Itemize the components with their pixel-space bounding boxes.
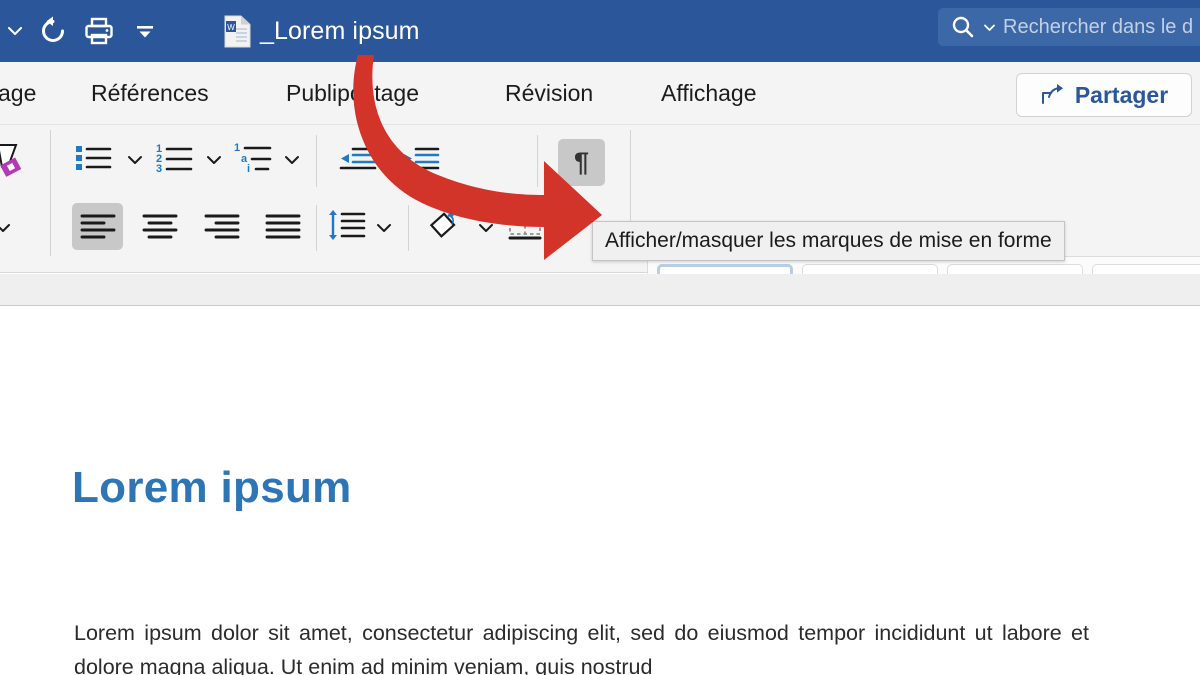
shading-fill-icon[interactable] (428, 207, 470, 250)
search-icon (950, 14, 976, 40)
tab-affichage[interactable]: Affichage (661, 62, 756, 125)
ribbon-tab-strip: age Références Publipostage Révision Aff… (0, 62, 1200, 125)
tab-references[interactable]: Références (91, 62, 209, 125)
borders-icon[interactable] (505, 207, 547, 250)
increase-indent-icon[interactable] (400, 141, 444, 182)
align-center-icon[interactable] (134, 203, 185, 250)
svg-text:3: 3 (156, 163, 162, 175)
svg-text:W: W (227, 23, 235, 32)
chevron-down-icon[interactable] (475, 213, 497, 243)
chevron-down-icon[interactable] (0, 213, 14, 243)
document-title[interactable]: _Lorem ipsum (260, 17, 420, 46)
svg-text:i: i (247, 163, 250, 175)
ribbon-divider (408, 205, 409, 251)
ruler-band (0, 274, 1200, 306)
ribbon-divider (316, 205, 317, 251)
word-document-icon: W (224, 15, 251, 48)
document-title-group: W _Lorem ipsum (224, 15, 420, 48)
svg-text:1: 1 (234, 142, 240, 154)
tooltip: Afficher/masquer les marques de mise en … (592, 221, 1065, 261)
multilevel-list-icon[interactable]: 1ai (234, 139, 276, 182)
pilcrow-glyph: ¶ (574, 149, 589, 176)
chevron-down-icon[interactable] (552, 213, 574, 243)
chevron-down-icon[interactable] (281, 145, 303, 175)
tab-mise-en-page[interactable]: age (0, 62, 36, 125)
chevron-down-icon[interactable] (124, 145, 146, 175)
share-button[interactable]: Partager (1016, 73, 1192, 117)
bulleted-list-icon[interactable] (74, 139, 116, 182)
line-spacing-icon[interactable] (326, 207, 368, 250)
tooltip-text: Afficher/masquer les marques de mise en … (605, 229, 1052, 253)
ribbon-divider (537, 135, 538, 187)
word-application-window: W _Lorem ipsum Rechercher dans le d age … (0, 0, 1200, 675)
tab-revision[interactable]: Révision (505, 62, 593, 125)
quick-access-toolbar (0, 8, 168, 54)
search-input[interactable]: Rechercher dans le d (938, 8, 1200, 46)
document-page[interactable]: Lorem ipsum Lorem ipsum dolor sit amet, … (0, 306, 1200, 675)
align-right-icon[interactable] (196, 203, 247, 250)
chevron-down-icon[interactable] (982, 20, 997, 35)
ribbon-divider (316, 135, 317, 187)
title-bar: W _Lorem ipsum Rechercher dans le d (0, 0, 1200, 62)
document-paragraph: Lorem ipsum dolor sit amet, consectetur … (74, 616, 1089, 675)
document-heading: Lorem ipsum (72, 463, 352, 513)
justify-icon[interactable] (257, 203, 308, 250)
pilcrow-icon[interactable]: ¶ (558, 139, 605, 186)
chevron-down-icon[interactable] (203, 145, 225, 175)
tab-publipostage[interactable]: Publipostage (286, 62, 419, 125)
share-icon (1040, 83, 1066, 107)
decrease-indent-icon[interactable] (337, 141, 381, 182)
ribbon-group-divider (50, 130, 51, 256)
share-button-label: Partager (1075, 82, 1168, 109)
undo-icon[interactable] (30, 8, 76, 54)
format-painter-icon[interactable] (0, 139, 38, 190)
customize-toolbar-icon[interactable] (122, 8, 168, 54)
align-left-icon[interactable] (72, 203, 123, 250)
chevron-down-icon[interactable] (0, 8, 30, 54)
print-icon[interactable] (76, 8, 122, 54)
chevron-down-icon[interactable] (373, 213, 395, 243)
search-placeholder-text: Rechercher dans le d (1003, 16, 1193, 39)
numbered-list-icon[interactable]: 123 (155, 139, 197, 182)
